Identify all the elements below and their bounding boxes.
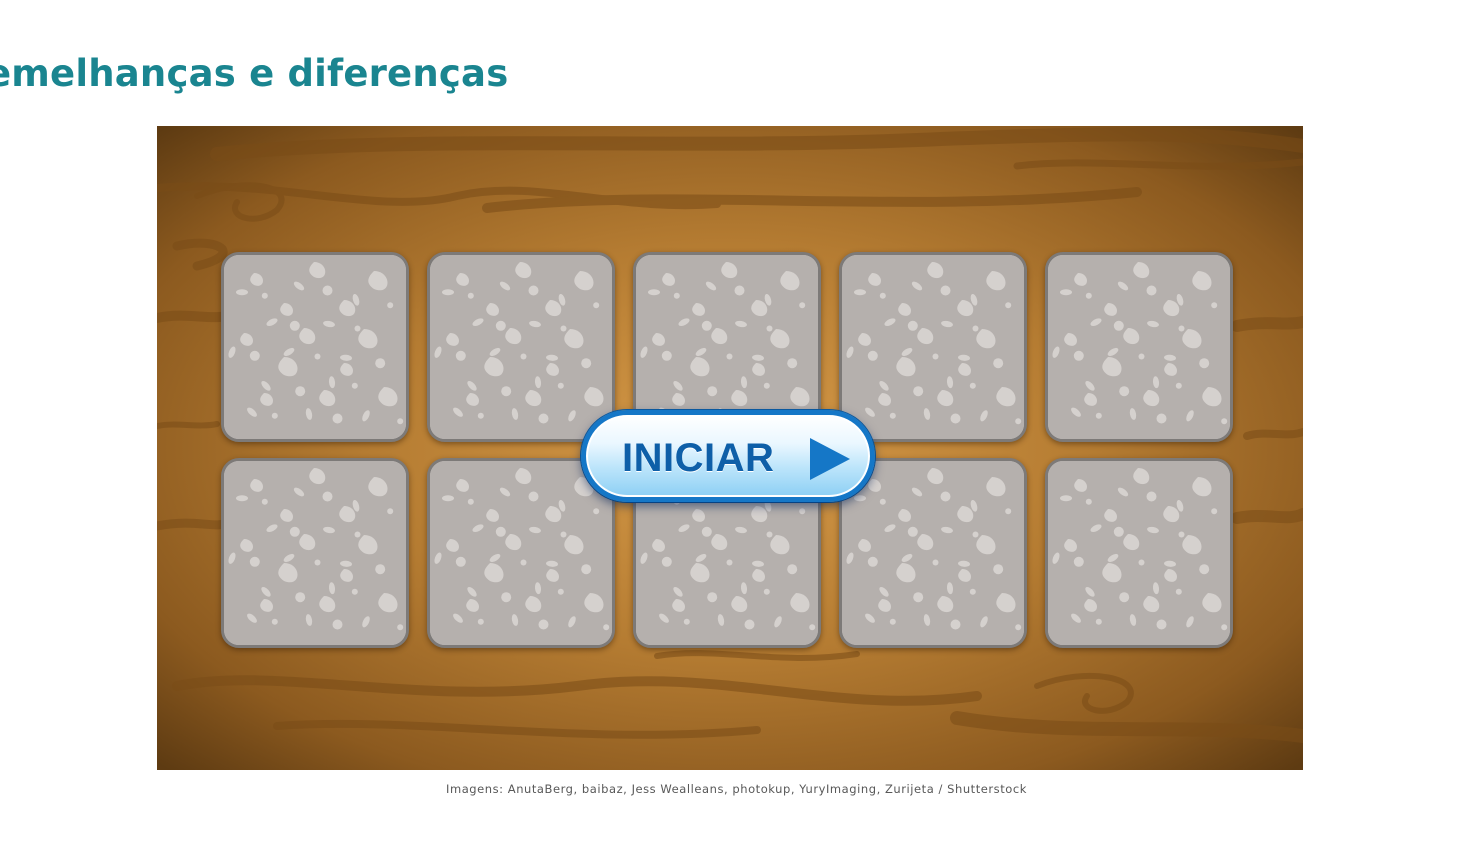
image-credits: Imagens: AnutaBerg, baibaz, Jess Weallea… xyxy=(446,782,1027,796)
page-title: emelhanças e diferenças xyxy=(0,52,509,95)
memory-card-back[interactable] xyxy=(427,252,615,442)
play-icon xyxy=(810,438,850,480)
start-button-label: INICIAR xyxy=(622,436,775,480)
damask-pattern-icon xyxy=(842,461,1024,645)
damask-pattern-icon xyxy=(842,255,1024,439)
damask-pattern-icon xyxy=(224,461,406,645)
memory-card-back[interactable] xyxy=(221,458,409,648)
memory-card-back[interactable] xyxy=(427,458,615,648)
memory-card-back[interactable] xyxy=(839,252,1027,442)
memory-game-board: INICIAR xyxy=(157,126,1303,770)
memory-card-back[interactable] xyxy=(221,252,409,442)
memory-card-back[interactable] xyxy=(839,458,1027,648)
damask-pattern-icon xyxy=(1048,255,1230,439)
memory-card-back[interactable] xyxy=(1045,252,1233,442)
damask-pattern-icon xyxy=(224,255,406,439)
memory-card-back[interactable] xyxy=(1045,458,1233,648)
start-button[interactable]: INICIAR xyxy=(581,410,875,502)
damask-pattern-icon xyxy=(430,461,612,645)
damask-pattern-icon xyxy=(1048,461,1230,645)
damask-pattern-icon xyxy=(430,255,612,439)
